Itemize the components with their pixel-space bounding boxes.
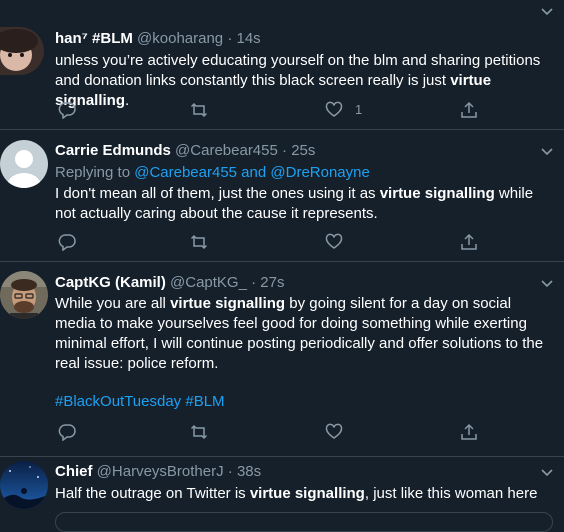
chevron-down-icon[interactable] [538,2,556,20]
tweet-header: Carrie Edmunds @Carebear455 · 25s [55,141,534,161]
tweet-text: Half the outrage on Twitter is virtue si… [55,484,558,504]
handle[interactable]: @HarveysBrotherJ [97,463,224,480]
display-name[interactable]: Carrie Edmunds [55,142,171,159]
tweet-3[interactable]: CaptKG (Kamil) @CaptKG_ · 27s While you … [0,262,564,457]
retweet-icon[interactable] [190,101,208,119]
chevron-down-icon[interactable] [538,142,556,160]
avatar[interactable] [0,140,48,188]
tweet-header: Chief @HarveysBrotherJ · 38s [55,462,534,482]
replying-and: and [237,164,271,181]
tweet-actions: 1 [55,101,505,121]
tweet-text: While you are all virtue signalling by g… [55,294,552,374]
like-icon[interactable] [325,423,343,441]
hashtags: #BlackOutTuesday #BLM [55,392,558,412]
timestamp[interactable]: 25s [291,142,315,159]
display-name[interactable]: Chief [55,463,93,480]
display-name[interactable]: CaptKG (Kamil) [55,274,166,291]
avatar[interactable] [0,27,44,75]
handle[interactable]: @Carebear455 [175,142,278,159]
avatar[interactable] [0,271,48,319]
tweet-header: han⁷ #BLM @kooharang · 14s [55,29,534,49]
tweet-1[interactable]: han⁷ #BLM @kooharang · 14s unless you’re… [0,0,564,130]
share-icon[interactable] [460,423,478,441]
tweet-actions [55,233,505,253]
timestamp[interactable]: 38s [237,463,261,480]
display-name[interactable]: han⁷ #BLM [55,30,133,47]
replying-to: Replying to @Carebear455 and @DreRonayne [55,163,558,183]
timestamp[interactable]: 27s [260,274,284,291]
tweet-text-part: I don't mean all of them, just the ones … [55,185,380,202]
avatar[interactable] [0,461,48,509]
highlight-term: virtue signalling [249,485,365,502]
reply-icon[interactable] [58,233,76,251]
separator: · [251,274,257,291]
tweet-text-part: While you are all [55,295,171,312]
hashtag-link[interactable]: #BlackOutTuesday [55,393,181,410]
tweet-text-part: Half the outrage on Twitter is [55,485,250,502]
tweet-2[interactable]: Carrie Edmunds @Carebear455 · 25s Replyi… [0,130,564,262]
like-icon[interactable] [325,101,343,119]
tweet-actions [55,423,505,443]
handle[interactable]: @kooharang [137,30,223,47]
tweet-header: CaptKG (Kamil) @CaptKG_ · 27s [55,273,534,293]
hashtag-link[interactable]: #BLM [185,393,224,410]
highlight-term: virtue signalling [170,295,286,312]
media-preview[interactable] [55,512,553,532]
tweet-text-part: , just like this woman here [364,485,538,502]
like-icon[interactable] [325,233,343,251]
replying-label: Replying to [55,164,135,181]
separator: · [282,142,288,159]
like-count: 1 [355,102,363,117]
highlight-term: virtue signalling [379,185,495,202]
chevron-down-icon[interactable] [538,274,556,292]
reply-icon[interactable] [58,423,76,441]
tweet-4[interactable]: Chief @HarveysBrotherJ · 38s Half the ou… [0,457,564,532]
handle[interactable]: @CaptKG_ [170,274,247,291]
mention-link[interactable]: @DreRonayne [270,164,369,181]
retweet-icon[interactable] [190,423,208,441]
share-icon[interactable] [460,101,478,119]
reply-icon[interactable] [58,101,76,119]
share-icon[interactable] [460,233,478,251]
chevron-down-icon[interactable] [538,463,556,481]
separator: · [227,30,233,47]
tweet-text: I don't mean all of them, just the ones … [55,184,558,224]
timestamp[interactable]: 14s [237,30,261,47]
mention-link[interactable]: @Carebear455 [134,164,237,181]
separator: · [227,463,233,480]
retweet-icon[interactable] [190,233,208,251]
